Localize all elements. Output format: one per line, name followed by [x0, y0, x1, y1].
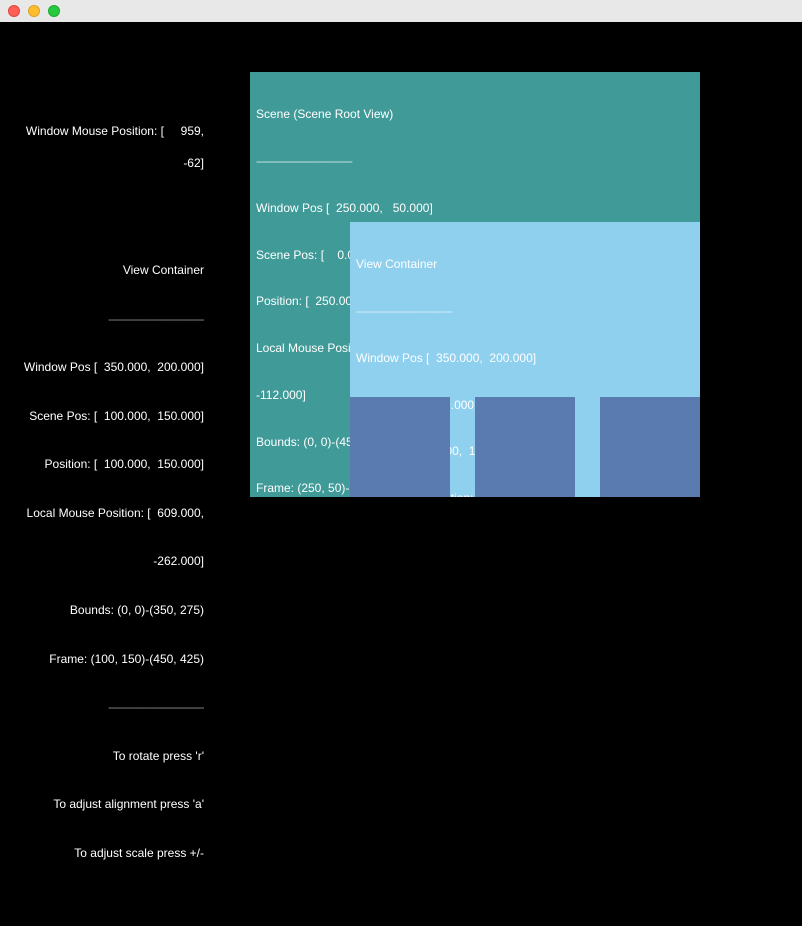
- tile[interactable]: [600, 397, 700, 497]
- tile[interactable]: [475, 397, 575, 497]
- scene-window-pos: Window Pos [ 250.000, 50.000]: [256, 201, 694, 217]
- separator: --------------------------------: [256, 154, 694, 170]
- scene-title: Scene (Scene Root View): [256, 107, 694, 123]
- close-icon[interactable]: [8, 5, 20, 17]
- left-frame: Frame: (100, 150)-(450, 425): [0, 651, 204, 667]
- view-container[interactable]: View Container -------------------------…: [350, 222, 700, 497]
- scene-root-view[interactable]: Scene (Scene Root View) ----------------…: [250, 72, 700, 497]
- tile-row: [350, 397, 700, 497]
- vc-window-pos: Window Pos [ 350.000, 200.000]: [356, 351, 694, 367]
- left-local-mouse: Local Mouse Position: [ 609.000,: [0, 505, 204, 521]
- help-scale: To adjust scale press +/-: [0, 845, 204, 861]
- stage: Window Mouse Position: [ 959, -62] View …: [0, 22, 802, 622]
- help-align: To adjust alignment press 'a': [0, 796, 204, 812]
- mouse-pos-label: Window Mouse Position: [: [26, 124, 164, 138]
- mouse-y: -62]: [183, 156, 204, 170]
- left-position: Position: [ 100.000, 150.000]: [0, 456, 204, 472]
- vc-title: View Container: [356, 257, 694, 273]
- separator: --------------------------------: [0, 699, 204, 715]
- separator: --------------------------------: [356, 304, 694, 320]
- left-scene-pos: Scene Pos: [ 100.000, 150.000]: [0, 408, 204, 424]
- info-panel: Window Mouse Position: [ 959, -62] View …: [0, 72, 210, 926]
- left-bounds: Bounds: (0, 0)-(350, 275): [0, 602, 204, 618]
- separator: --------------------------------: [0, 311, 204, 327]
- window-titlebar: [0, 0, 802, 22]
- minimize-icon[interactable]: [28, 5, 40, 17]
- left-local-mouse-2: -262.000]: [0, 553, 204, 569]
- mouse-x: 959,: [181, 124, 204, 138]
- left-title: View Container: [0, 262, 204, 278]
- help-rotate: To rotate press 'r': [0, 748, 204, 764]
- tile[interactable]: [350, 397, 450, 497]
- left-window-pos: Window Pos [ 350.000, 200.000]: [0, 359, 204, 375]
- zoom-icon[interactable]: [48, 5, 60, 17]
